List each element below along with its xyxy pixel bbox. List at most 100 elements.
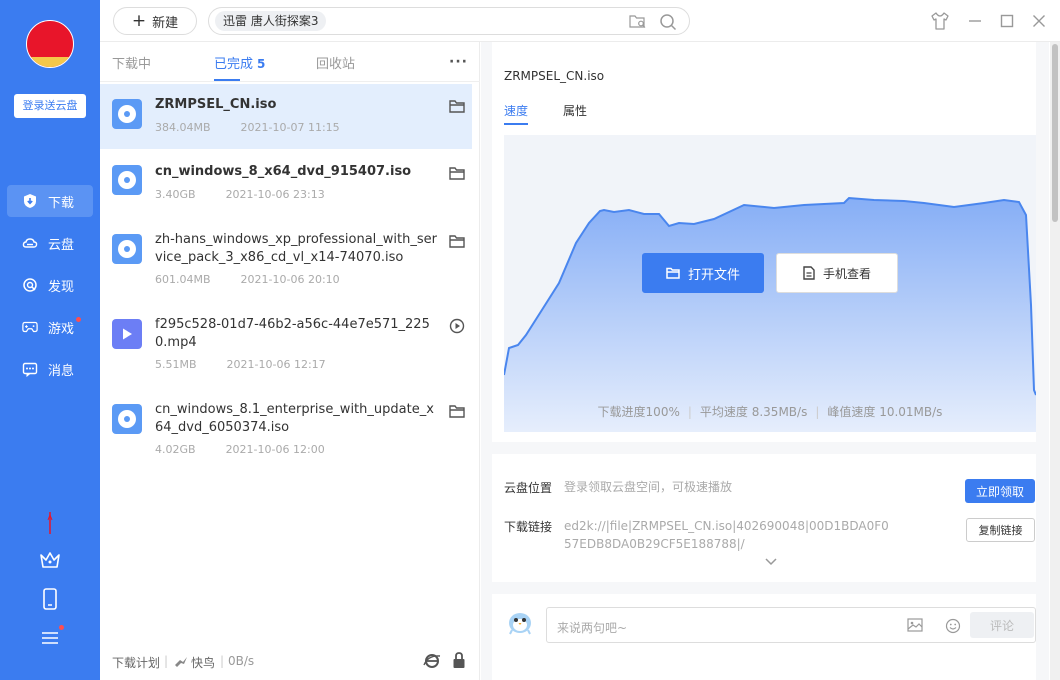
play-icon[interactable] bbox=[448, 317, 466, 335]
speed-card: ZRMPSEL_CN.iso 速度 属性 打开文件 手机查看 下载进度100% … bbox=[492, 42, 1036, 442]
sidebar-item-label: 下载 bbox=[48, 195, 75, 211]
comment-input[interactable]: 来说两句吧~ 评论 bbox=[546, 607, 1036, 643]
search-input[interactable]: 迅雷 唐人街探案3 bbox=[208, 7, 690, 35]
open-file-button[interactable]: 打开文件 bbox=[642, 253, 764, 293]
list-item[interactable]: ZRMPSEL_CN.iso 384.04MB 2021-10-07 11:15 bbox=[100, 84, 472, 149]
disc-file-icon bbox=[112, 165, 142, 195]
cloud-location-label: 云盘位置 bbox=[504, 481, 553, 495]
avatar[interactable] bbox=[26, 20, 74, 68]
submit-comment-button[interactable]: 评论 bbox=[970, 612, 1034, 638]
footer-divider: | bbox=[164, 654, 169, 668]
top-bar: + 新建 迅雷 唐人街探案3 bbox=[100, 0, 1060, 42]
folder-icon[interactable] bbox=[448, 164, 466, 182]
claim-now-button[interactable]: 立即领取 bbox=[965, 479, 1035, 503]
image-icon[interactable] bbox=[907, 618, 923, 638]
tab-completed[interactable]: 已完成 5 bbox=[214, 53, 265, 72]
emoji-icon[interactable] bbox=[945, 618, 961, 638]
peak-speed-text: 峰值速度 10.01MB/s bbox=[827, 405, 943, 419]
disc-file-icon bbox=[112, 99, 142, 129]
sidebar-item-label: 游戏 bbox=[48, 321, 75, 337]
sidebar-item-games[interactable]: 游戏 bbox=[7, 311, 93, 343]
discover-icon bbox=[22, 277, 38, 293]
close-icon[interactable] bbox=[1032, 14, 1046, 32]
scrollbar-thumb[interactable] bbox=[1052, 44, 1058, 222]
search-tag[interactable]: 迅雷 唐人街探案3 bbox=[215, 11, 327, 31]
detail-title: ZRMPSEL_CN.iso bbox=[504, 69, 605, 83]
lock-icon[interactable] bbox=[452, 651, 466, 672]
login-button[interactable]: 登录送云盘 bbox=[14, 94, 86, 118]
notification-dot bbox=[59, 625, 64, 630]
skin-icon[interactable] bbox=[930, 12, 950, 34]
view-on-phone-button[interactable]: 手机查看 bbox=[776, 253, 898, 293]
comment-card: 来说两句吧~ 评论 bbox=[492, 594, 1036, 680]
notification-dot bbox=[76, 317, 81, 322]
sidebar-item-download[interactable]: 下载 bbox=[7, 185, 93, 217]
menu-icon[interactable] bbox=[39, 625, 64, 649]
tab-speed[interactable]: 速度 bbox=[504, 102, 528, 119]
crown-icon[interactable] bbox=[39, 549, 61, 571]
file-name: cn_windows_8_x64_dvd_915407.iso bbox=[155, 164, 412, 179]
browser-icon[interactable] bbox=[423, 652, 441, 673]
sidebar-item-label: 云盘 bbox=[48, 237, 75, 253]
lightning-icon[interactable] bbox=[39, 512, 61, 534]
file-meta: 3.40GB 2021-10-06 23:13 bbox=[155, 188, 325, 201]
download-plan-button[interactable]: 下载计划 bbox=[112, 654, 160, 671]
sidebar-item-cloud[interactable]: 云盘 bbox=[7, 227, 93, 259]
file-name: zh-hans_windows_xp_professional_with_ser… bbox=[155, 232, 437, 265]
message-icon bbox=[22, 361, 38, 377]
download-link-value[interactable]: ed2k://|file|ZRMPSEL_CN.iso|402690048|00… bbox=[564, 517, 894, 553]
bird-avatar-icon bbox=[506, 608, 532, 635]
scrollbar[interactable] bbox=[1050, 42, 1060, 680]
tab-downloading[interactable]: 下载中 bbox=[112, 53, 151, 72]
phone-icon[interactable] bbox=[39, 588, 61, 610]
file-name: ZRMPSEL_CN.iso bbox=[155, 97, 277, 112]
disc-file-icon bbox=[112, 234, 142, 264]
folder-icon[interactable] bbox=[448, 402, 466, 420]
more-options-icon[interactable]: ··· bbox=[449, 54, 468, 70]
file-name: cn_windows_8.1_enterprise_with_update_x6… bbox=[155, 402, 434, 435]
tab-properties[interactable]: 属性 bbox=[563, 102, 587, 119]
tab-recycle-bin[interactable]: 回收站 bbox=[316, 53, 355, 72]
avg-speed-text: 平均速度 8.35MB/s bbox=[699, 405, 808, 419]
list-footer: 下载计划 | 快鸟 | 0B/s bbox=[100, 647, 480, 677]
sidebar-item-label: 发现 bbox=[48, 279, 75, 295]
sidebar-item-discover[interactable]: 发现 bbox=[7, 269, 93, 301]
comment-placeholder: 来说两句吧~ bbox=[557, 621, 628, 635]
sidebar-item-messages[interactable]: 消息 bbox=[7, 353, 93, 385]
search-icon[interactable] bbox=[659, 13, 677, 35]
video-file-icon bbox=[112, 319, 142, 349]
download-stats: 下载进度100% | 平均速度 8.35MB/s | 峰值速度 10.01MB/s bbox=[597, 405, 943, 419]
folder-icon[interactable] bbox=[448, 97, 466, 115]
sidebar: 登录送云盘 下载 云盘 发现 游戏 消息 bbox=[0, 0, 100, 680]
minimize-icon[interactable] bbox=[968, 14, 982, 32]
task-tabs: 下载中 已完成 5 回收站 ··· bbox=[100, 42, 480, 82]
download-shield-icon bbox=[22, 193, 38, 209]
detail-panel: ZRMPSEL_CN.iso 速度 属性 打开文件 手机查看 下载进度100% … bbox=[481, 42, 1049, 680]
cloud-icon bbox=[22, 235, 38, 251]
document-icon bbox=[803, 266, 815, 280]
folder-search-icon[interactable] bbox=[629, 13, 647, 35]
file-meta: 384.04MB 2021-10-07 11:15 bbox=[155, 121, 340, 134]
download-link-label: 下载链接 bbox=[504, 520, 553, 534]
list-item[interactable]: zh-hans_windows_xp_professional_with_ser… bbox=[100, 217, 472, 302]
sidebar-item-label: 消息 bbox=[48, 363, 75, 379]
new-task-button[interactable]: + 新建 bbox=[113, 7, 197, 35]
disc-file-icon bbox=[112, 404, 142, 434]
list-item[interactable]: cn_windows_8.1_enterprise_with_update_x6… bbox=[100, 387, 472, 472]
current-speed: 0B/s bbox=[228, 654, 255, 668]
copy-link-button[interactable]: 复制链接 bbox=[966, 518, 1035, 542]
plus-icon: + bbox=[131, 10, 147, 31]
file-meta: 4.02GB 2021-10-06 12:00 bbox=[155, 443, 325, 456]
progress-text: 下载进度100% bbox=[597, 405, 680, 419]
list-item[interactable]: f295c528-01d7-46b2-a56c-44e7e571_2250.mp… bbox=[100, 302, 472, 387]
chevron-down-icon[interactable] bbox=[764, 556, 778, 571]
folder-icon[interactable] bbox=[448, 232, 466, 250]
footer-divider: | bbox=[220, 654, 225, 668]
fast-bird-button[interactable]: 快鸟 bbox=[174, 654, 215, 671]
maximize-icon[interactable] bbox=[1000, 14, 1014, 32]
gamepad-icon bbox=[22, 319, 38, 335]
links-card: 云盘位置 登录领取云盘空间，可极速播放 立即领取 下载链接 ed2k://|fi… bbox=[492, 454, 1036, 582]
cloud-location-value: 登录领取云盘空间，可极速播放 bbox=[564, 480, 733, 494]
list-item[interactable]: cn_windows_8_x64_dvd_915407.iso 3.40GB 20… bbox=[100, 149, 472, 217]
new-task-label: 新建 bbox=[152, 15, 179, 31]
